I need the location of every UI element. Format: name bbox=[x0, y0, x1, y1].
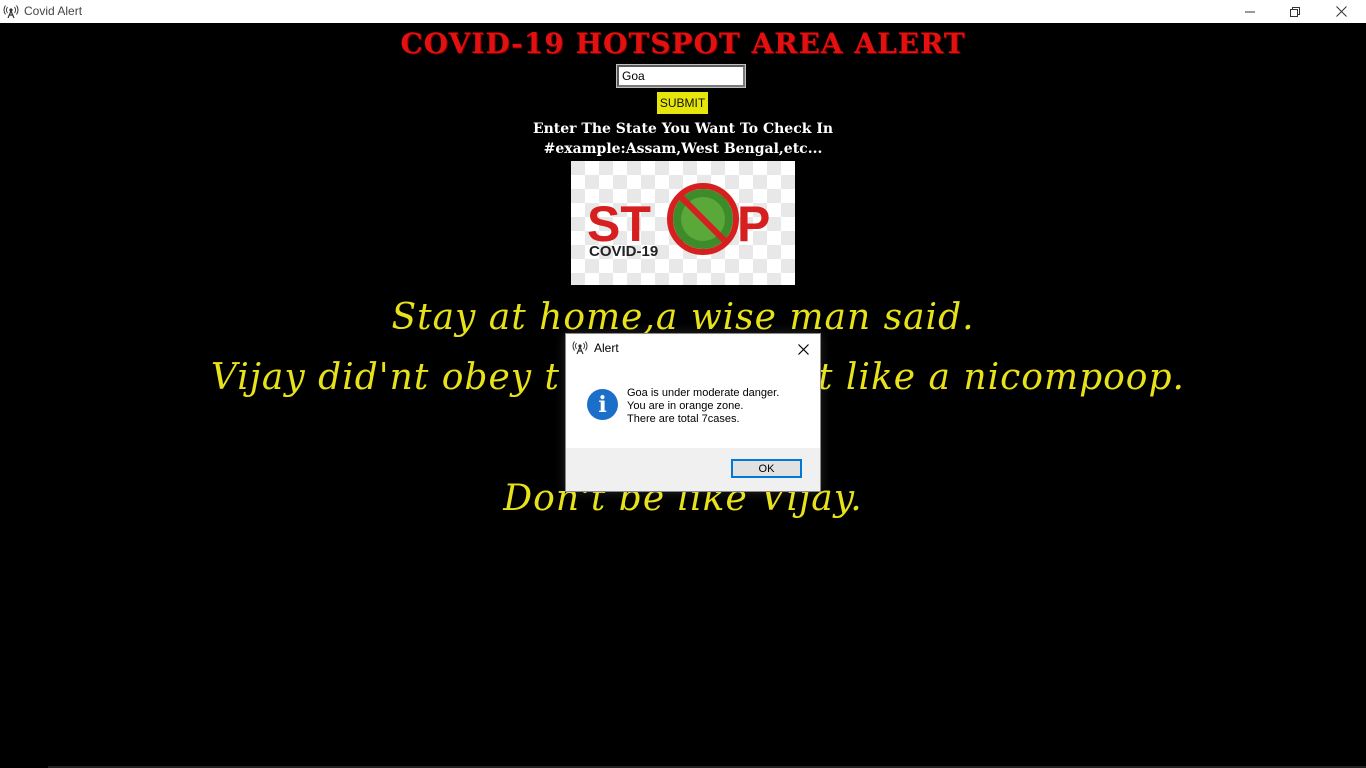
dialog-message-line: There are total 7cases. bbox=[627, 413, 740, 425]
instruction-line-2: #example:Assam,West Bengal,etc... bbox=[543, 141, 823, 157]
restore-icon bbox=[1290, 6, 1300, 17]
close-window-button[interactable] bbox=[1318, 0, 1364, 23]
ok-button[interactable]: OK bbox=[731, 459, 802, 478]
dialog-title: Alert bbox=[594, 341, 619, 355]
state-input-field[interactable] bbox=[622, 68, 740, 84]
dialog-footer: OK bbox=[566, 448, 820, 491]
window-titlebar: Covid Alert bbox=[0, 0, 1366, 23]
stop-caption: COVID-19 bbox=[589, 243, 658, 260]
dialog-close-button[interactable] bbox=[794, 340, 812, 358]
stop-covid-image: ST P COVID-19 bbox=[571, 161, 795, 285]
virus-icon bbox=[667, 183, 739, 255]
state-input[interactable] bbox=[616, 64, 746, 88]
close-icon bbox=[797, 343, 809, 355]
submit-button[interactable]: SUBMIT bbox=[657, 92, 708, 114]
poem-line-1: Stay at home,a wise man said. bbox=[391, 297, 975, 338]
window-title: Covid Alert bbox=[24, 4, 83, 18]
stop-word-p: P bbox=[737, 196, 770, 252]
page-title: COVID-19 HOTSPOT AREA ALERT bbox=[400, 27, 966, 60]
info-icon: i bbox=[587, 389, 618, 420]
close-icon bbox=[1335, 6, 1347, 17]
poem-line-2-left: Vijay did'nt obey t bbox=[210, 357, 560, 398]
poem-line-2-right: t like a nicompoop. bbox=[818, 357, 1185, 398]
antenna-icon bbox=[3, 5, 19, 19]
dialog-message-line: Goa is under moderate danger. bbox=[627, 387, 780, 399]
restore-button[interactable] bbox=[1272, 0, 1318, 23]
dialog-message: Goa is under moderate danger. You are in… bbox=[627, 387, 779, 426]
alert-dialog: Alert i Goa is under moderate danger. Yo… bbox=[565, 333, 821, 492]
minimize-icon bbox=[1245, 11, 1255, 12]
antenna-icon bbox=[572, 341, 588, 355]
minimize-button[interactable] bbox=[1227, 0, 1273, 23]
dialog-message-line: You are in orange zone. bbox=[627, 400, 744, 412]
instruction-line-1: Enter The State You Want To Check In bbox=[532, 121, 834, 137]
